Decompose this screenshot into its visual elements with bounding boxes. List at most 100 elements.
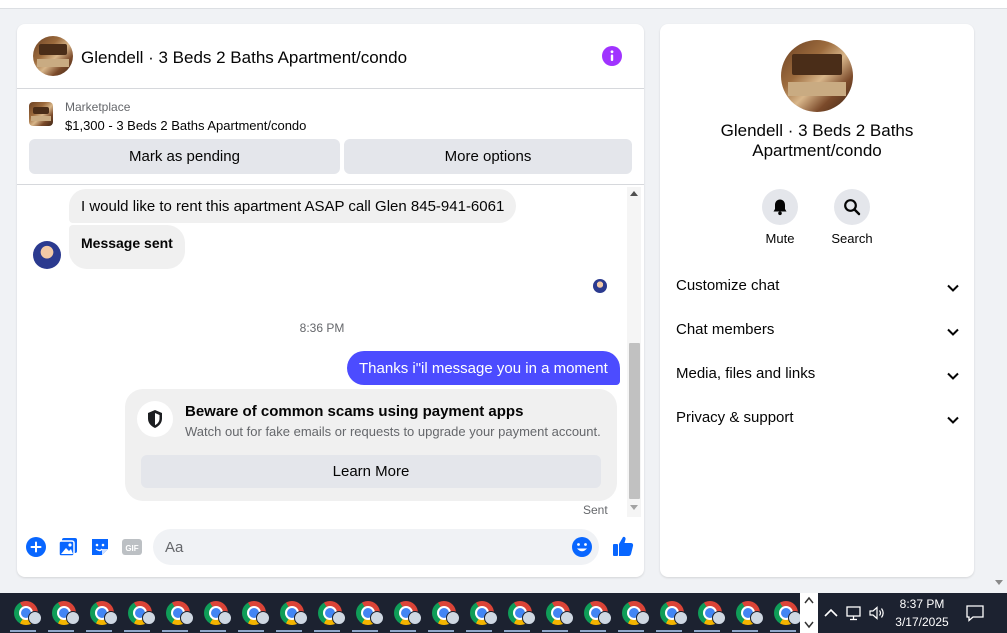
profile-badge-icon (104, 611, 118, 625)
scroll-up-arrow[interactable] (630, 191, 638, 196)
running-indicator (770, 630, 796, 632)
listing-row[interactable]: Marketplace $1,300 - 3 Beds 2 Baths Apar… (17, 90, 644, 138)
running-indicator (694, 630, 720, 632)
running-indicator (162, 630, 188, 632)
taskbar-chrome-button[interactable] (536, 593, 574, 633)
top-bar (0, 0, 1007, 9)
running-indicator (732, 630, 758, 632)
search-icon (844, 199, 861, 216)
profile-badge-icon (446, 611, 460, 625)
profile-badge-icon (560, 611, 574, 625)
listing-avatar[interactable] (33, 36, 73, 76)
profile-badge-icon (370, 611, 384, 625)
taskbar-chrome-button[interactable] (650, 593, 688, 633)
taskbar-chrome-button[interactable] (688, 593, 726, 633)
taskbar-chrome-button[interactable] (346, 593, 384, 633)
taskbar-chrome-button[interactable] (194, 593, 232, 633)
learn-more-button[interactable]: Learn More (141, 455, 601, 488)
running-indicator (618, 630, 644, 632)
profile-badge-icon (256, 611, 270, 625)
taskbar-chrome-button[interactable] (726, 593, 764, 633)
profile-badge-icon (142, 611, 156, 625)
profile-badge-icon (218, 611, 232, 625)
incoming-message[interactable]: I would like to rent this apartment ASAP… (69, 189, 517, 223)
scroll-down-arrow[interactable] (630, 505, 638, 510)
section-label: Privacy & support (676, 409, 794, 426)
section-privacy-support[interactable]: Privacy & support (676, 409, 960, 433)
info-icon[interactable] (602, 46, 622, 66)
clock-date[interactable]: 3/17/2025 (882, 615, 962, 629)
sticker-icon[interactable] (89, 536, 111, 558)
taskbar-chrome-button[interactable] (498, 593, 536, 633)
profile-badge-icon (332, 611, 346, 625)
profile-badge-icon (484, 611, 498, 625)
running-indicator (10, 630, 36, 632)
more-options-button[interactable]: More options (344, 139, 632, 174)
running-indicator (276, 630, 302, 632)
running-indicator (504, 630, 530, 632)
running-indicator (200, 630, 226, 632)
scam-warning-text: Watch out for fake emails or requests to… (185, 424, 601, 439)
listing-thumbnail (29, 102, 53, 126)
mute-action[interactable]: Mute (745, 189, 815, 246)
listing-source: Marketplace (65, 100, 131, 114)
chat-title[interactable]: Glendell · 3 Beds 2 Baths Apartment/cond… (81, 48, 407, 68)
notification-icon[interactable] (965, 603, 985, 623)
taskbar-chrome-button[interactable] (460, 593, 498, 633)
photo-icon[interactable] (57, 536, 79, 558)
listing-description: $1,300 - 3 Beds 2 Baths Apartment/condo (65, 118, 307, 133)
taskbar-chrome-button[interactable] (612, 593, 650, 633)
taskbar-chrome-button[interactable] (308, 593, 346, 633)
running-indicator (466, 630, 492, 632)
profile-badge-icon (294, 611, 308, 625)
chevron-up-icon[interactable] (822, 604, 840, 622)
profile-badge-icon (674, 611, 688, 625)
gif-icon[interactable]: GIF (121, 536, 143, 558)
taskbar-chrome-button[interactable] (422, 593, 460, 633)
profile-badge-icon (712, 611, 726, 625)
clock-time[interactable]: 8:37 PM (882, 597, 962, 611)
taskbar-chrome-button[interactable] (270, 593, 308, 633)
section-chat-members[interactable]: Chat members (676, 321, 960, 345)
running-indicator (656, 630, 682, 632)
taskbar-chrome-button[interactable] (4, 593, 42, 633)
taskbar-chrome-button[interactable] (42, 593, 80, 633)
chat-info-panel: Glendell · 3 Beds 2 Baths Apartment/cond… (660, 24, 974, 577)
search-label: Search (831, 231, 873, 246)
incoming-message[interactable]: Message sent (69, 225, 185, 269)
outgoing-message[interactable]: Thanks i"il message you in a moment (347, 351, 620, 385)
scroll-thumb[interactable] (629, 343, 640, 499)
section-label: Chat members (676, 321, 775, 338)
taskbar-chrome-button[interactable] (156, 593, 194, 633)
page-scroll-down-arrow[interactable] (995, 580, 1003, 585)
running-indicator (86, 630, 112, 632)
section-customize-chat[interactable]: Customize chat (676, 277, 960, 301)
thumbs-up-icon[interactable] (611, 534, 635, 558)
message-input[interactable] (153, 529, 599, 565)
plus-circle-icon[interactable] (25, 536, 47, 558)
section-media-files-links[interactable]: Media, files and links (676, 365, 960, 389)
taskbar-chrome-button[interactable] (80, 593, 118, 633)
message-scrollbar[interactable] (627, 187, 641, 517)
taskbar-chrome-button[interactable] (574, 593, 612, 633)
mark-as-pending-button[interactable]: Mark as pending (29, 139, 340, 174)
taskbar-chrome-button[interactable] (118, 593, 156, 633)
running-indicator (390, 630, 416, 632)
taskbar-scroll[interactable] (800, 593, 818, 633)
chat-header: Glendell · 3 Beds 2 Baths Apartment/cond… (17, 24, 644, 89)
network-icon[interactable] (845, 604, 863, 622)
composer: GIF (17, 524, 644, 570)
shield-icon (137, 401, 173, 437)
seen-receipt-avatar (593, 279, 607, 293)
emoji-icon[interactable] (571, 536, 593, 558)
profile-badge-icon (598, 611, 612, 625)
profile-badge-icon (66, 611, 80, 625)
listing-avatar-large (781, 40, 853, 112)
search-action[interactable]: Search (817, 189, 887, 246)
taskbar: 8:37 PM 3/17/2025 (0, 593, 1007, 633)
scam-warning-card: Beware of common scams using payment app… (125, 389, 617, 501)
taskbar-chrome-button[interactable] (232, 593, 270, 633)
taskbar-chrome-button[interactable] (384, 593, 422, 633)
taskbar-chrome-button[interactable] (764, 593, 802, 633)
sender-avatar[interactable] (33, 241, 61, 269)
